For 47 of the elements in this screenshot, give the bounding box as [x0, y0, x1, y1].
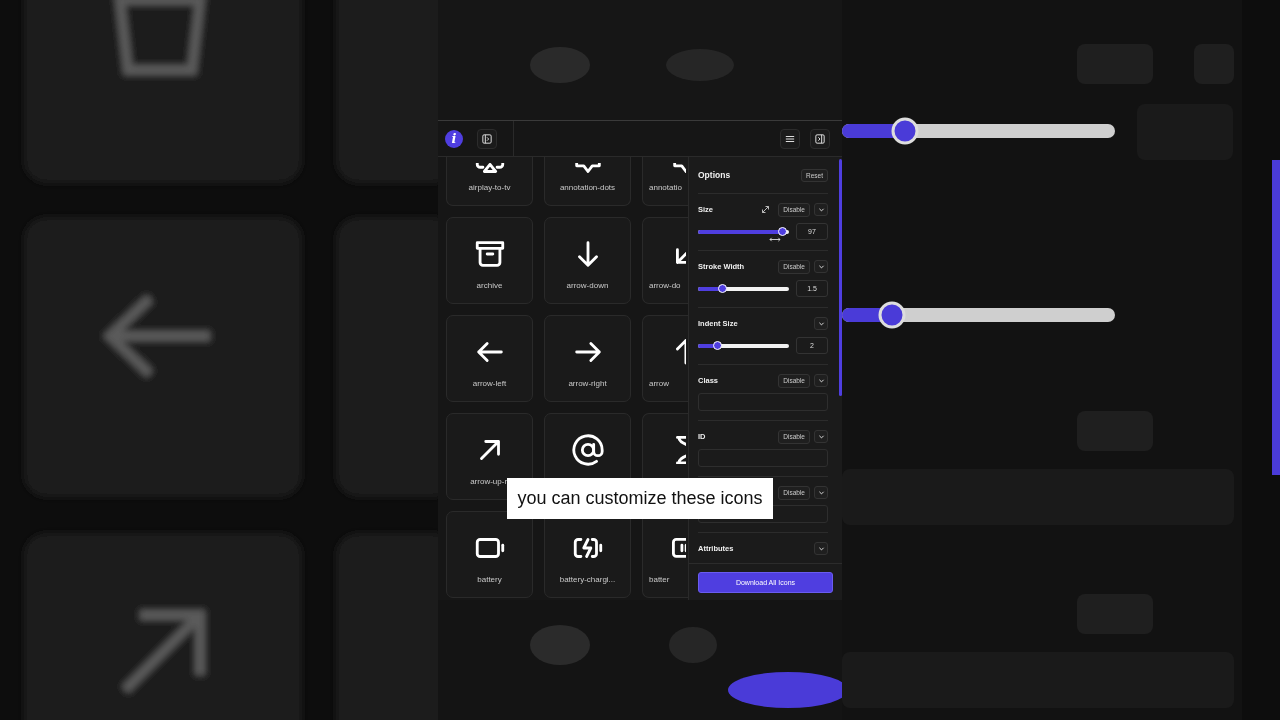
icon-label: annotatio	[649, 183, 682, 193]
icon-label: arrow-up-ri	[470, 477, 509, 487]
chevron-icon[interactable]	[814, 317, 828, 330]
sidebar-toggle-icon[interactable]	[477, 128, 497, 149]
chevron-icon[interactable]	[814, 430, 828, 443]
icon-card[interactable]: arrow-do	[642, 217, 688, 304]
icon-label: arrow	[649, 379, 669, 389]
icon-card[interactable]: archive	[446, 217, 533, 304]
icon-card[interactable]: arrow-right	[544, 315, 631, 402]
chevron-icon[interactable]	[814, 260, 828, 273]
icon-card[interactable]: annotation-dots	[544, 157, 631, 206]
slider-track[interactable]	[698, 286, 789, 291]
battery-pause-icon	[671, 538, 686, 558]
icon-card[interactable]: arrow-down	[544, 217, 631, 304]
at-icon	[570, 433, 605, 467]
icon-card[interactable]: battery	[446, 511, 533, 598]
logo[interactable]: i	[445, 129, 463, 148]
icon-card[interactable]: annotatio	[642, 157, 688, 206]
caption-toast: you can customize these icons	[507, 478, 773, 519]
icon-label: battery-chargi...	[559, 575, 616, 585]
icon-label: batter	[649, 575, 670, 585]
icon-label: archive	[476, 281, 503, 291]
slider-thumb[interactable]	[717, 283, 727, 293]
icon-label: airplay-to-tv	[468, 183, 511, 193]
chevron-icon[interactable]	[814, 486, 828, 499]
menu-icon[interactable]	[780, 128, 800, 149]
arrow-up-icon	[676, 339, 686, 365]
icon-card[interactable]: arrow-left	[446, 315, 533, 402]
icon-label: battery	[477, 575, 502, 585]
icon-card[interactable]: arrow	[642, 315, 688, 402]
scrollbar[interactable]	[839, 159, 842, 396]
icon-label: arrow-down	[566, 281, 609, 291]
icon-label: arrow-left	[472, 379, 507, 389]
icon-label: annotation-dots	[559, 183, 616, 193]
icon-card[interactable]: airplay-to-tv	[446, 157, 533, 206]
chevron-icon[interactable]	[814, 374, 828, 387]
hourglass-icon	[676, 435, 686, 465]
options-title: Options	[698, 170, 731, 180]
slider-track[interactable]	[698, 343, 789, 348]
icon-label: arrow-do	[649, 281, 681, 291]
chevron-icon[interactable]	[814, 203, 828, 216]
icon-label: arrow-right	[568, 379, 607, 389]
chevron-icon[interactable]	[814, 542, 828, 555]
expand-icon[interactable]	[761, 205, 771, 214]
panel-toggle-icon[interactable]	[810, 128, 830, 149]
slider-thumb[interactable]	[777, 226, 787, 236]
slider-thumb[interactable]	[713, 340, 722, 350]
